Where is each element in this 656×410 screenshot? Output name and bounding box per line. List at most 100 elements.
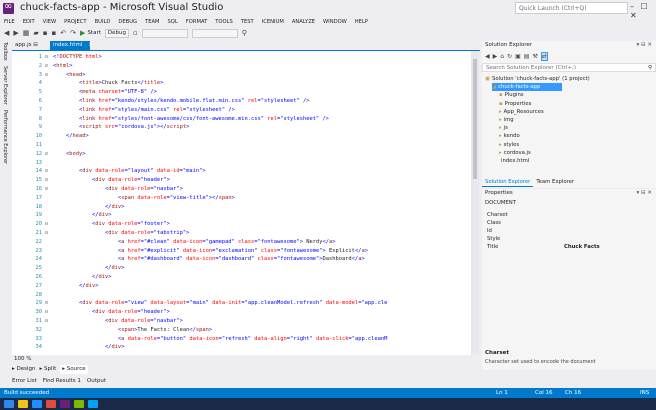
code-line[interactable]: 6 <link href="kendo/styles/kendo.mobile.… [12,97,476,106]
quick-launch-input[interactable]: Quick Launch (Ctrl+Q) [515,2,628,14]
fold-toggle-icon[interactable]: ⊟ [45,167,48,176]
visual-studio-taskbar-icon[interactable] [60,400,70,408]
code-line[interactable]: 8 <link href="styles/font-awesome/css/fo… [12,115,476,124]
fold-toggle-icon[interactable]: ⊟ [45,229,48,238]
scrollbar-thumb[interactable] [473,59,477,179]
pin-icon[interactable]: ⊟ [33,42,38,48]
toolbar-extra-icon[interactable]: ▫ [133,27,138,39]
code-line[interactable]: 9 <script src="cordova.js"></script> [12,123,476,132]
code-line[interactable]: 4 <title>Chuck Facts</title> [12,79,476,88]
fold-toggle-icon[interactable]: ⊟ [45,176,48,185]
code-line[interactable]: 17 <span data-role="view-title"></span> [12,194,476,203]
code-line[interactable]: 21 ⊟ <div data-role="tabstrip"> [12,229,476,238]
fold-toggle-icon[interactable]: ⊟ [45,317,48,326]
taskbar-app-icon[interactable] [74,400,84,408]
se-collapse-icon[interactable]: ▣ [515,53,521,60]
app-icon[interactable] [46,400,56,408]
property-row[interactable]: Charset [482,211,656,219]
menu-icenium[interactable]: ICENIUM [262,17,284,27]
code-line[interactable]: 2 ⊟ <html> [12,62,476,71]
code-line[interactable]: 26 </div> [12,273,476,282]
menu-edit[interactable]: EDIT [23,17,35,27]
design-view-tab[interactable]: ▸ Design [12,365,36,374]
tree-item[interactable]: ▸ cordova.js [499,149,531,157]
back-icon[interactable]: ◀ [4,27,9,39]
code-line[interactable]: 28 [12,291,476,300]
explorer-icon[interactable] [18,400,28,408]
menu-team[interactable]: TEAM [145,17,159,27]
undo-icon[interactable]: ↶ [60,27,66,39]
menu-test[interactable]: TEST [241,17,254,27]
redo-icon[interactable]: ↷ [70,27,76,39]
properties-object-selector[interactable]: DOCUMENT [485,200,516,206]
toolbox-tab[interactable]: Toolbox [2,42,8,61]
fold-toggle-icon[interactable]: ⊟ [45,71,48,80]
code-line[interactable]: 15 ⊟ <div data-role="header"> [12,176,476,185]
output-tab[interactable]: Output [87,376,106,386]
code-line[interactable]: 25 </div> [12,264,476,273]
se-forward-icon[interactable]: ▶ [493,53,498,60]
tree-item[interactable]: ▸ img [499,116,514,124]
solution-config-select[interactable]: Debug [104,28,129,38]
code-line[interactable]: 1 ⊟ <!DOCTYPE html> [12,53,476,62]
code-line[interactable]: 13 [12,159,476,168]
toolbar-dropdown-2[interactable] [191,28,238,38]
search-icon[interactable]: ⚲ [648,64,652,72]
se-refresh-icon[interactable]: ↻ [507,53,512,60]
tab-index-html[interactable]: index.html ✕ [50,41,93,50]
toolbar-dropdown-1[interactable] [141,28,188,38]
property-row[interactable]: Title Chuck Facts [482,243,656,251]
menu-sql[interactable]: SQL [168,17,178,27]
menu-project[interactable]: PROJECT [64,17,86,27]
code-line[interactable]: 3 ⊟ <head> [12,71,476,80]
code-line[interactable]: 31 ⊟ <div data-role="navbar"> [12,317,476,326]
fold-toggle-icon[interactable]: ⊟ [45,220,48,229]
source-view-tab[interactable]: ▸ Source [60,365,88,374]
tree-item[interactable]: ▪ Properties [499,100,531,108]
open-file-icon[interactable]: ▰ [33,27,38,39]
tab-team-explorer[interactable]: Team Explorer [533,178,577,187]
property-row[interactable]: Id [482,227,656,235]
start-menu-icon[interactable] [4,400,14,408]
fold-toggle-icon[interactable]: ⊟ [45,53,48,62]
tree-item[interactable]: index.html [499,157,529,165]
fold-toggle-icon[interactable]: ⊟ [45,62,48,71]
start-button[interactable]: ▶ Start [80,29,101,37]
code-line[interactable]: 33 <a data-role="button" data-icon="refr… [12,335,476,344]
solution-explorer-search[interactable]: Search Solution Explorer (Ctrl+;) ⚲ [482,63,656,72]
tab-app-js[interactable]: app.js ⊟ [12,41,41,50]
se-show-all-icon[interactable]: ▤ [524,53,530,60]
fold-toggle-icon[interactable]: ⊟ [45,185,48,194]
tab-solution-explorer[interactable]: Solution Explorer [482,178,534,187]
error-list-tab[interactable]: Error List [12,376,37,386]
code-line[interactable]: 18 </div> [12,203,476,212]
code-line[interactable]: 23 <a href="#explicit" data-icon="exclam… [12,247,476,256]
new-project-icon[interactable]: ▦ [23,27,30,39]
save-all-icon[interactable]: ▪ [52,27,57,39]
se-sync-icon[interactable]: ⇄ [540,52,548,61]
ie-icon[interactable] [32,400,42,408]
tree-item[interactable]: ▣ Solution 'chuck-facts-app' (1 project) [485,75,590,83]
code-line[interactable]: 27 </div> [12,282,476,291]
performance-explorer-tab[interactable]: Performance Explorer [2,110,8,164]
tree-item[interactable]: ◢ chuck-facts-app [492,83,562,92]
code-line[interactable]: 34 </div> [12,343,476,352]
find-results-tab[interactable]: Find Results 1 [43,376,81,386]
panel-pin-icon[interactable]: ▾ ⊟ ✕ [637,41,652,50]
tree-item[interactable]: ▪ Plugins [499,91,524,99]
code-line[interactable]: 16 ⊟ <div data-role="navbar"> [12,185,476,194]
server-explorer-tab[interactable]: Server Explorer [2,66,8,105]
code-line[interactable]: 10 </head> [12,132,476,141]
code-line[interactable]: 32 <span>The Facts: Clean</span> [12,326,476,335]
code-line[interactable]: 5 <meta charset="UTF-8" /> [12,88,476,97]
zoom-level[interactable]: 100 % [12,355,480,364]
menu-help[interactable]: HELP [355,17,368,27]
se-properties-icon[interactable]: ⚒ [532,53,537,60]
code-line[interactable]: 14 ⊟ <div data-role="layout" data-id="mai… [12,167,476,176]
code-line[interactable]: 19 </div> [12,211,476,220]
code-line[interactable]: 29 ⊟ <div data-role="view" data-layout="m… [12,299,476,308]
code-line[interactable]: 20 ⊟ <div data-role="footer"> [12,220,476,229]
menu-debug[interactable]: DEBUG [118,17,137,27]
property-row[interactable]: Style [482,235,656,243]
menu-format[interactable]: FORMAT [186,17,207,27]
